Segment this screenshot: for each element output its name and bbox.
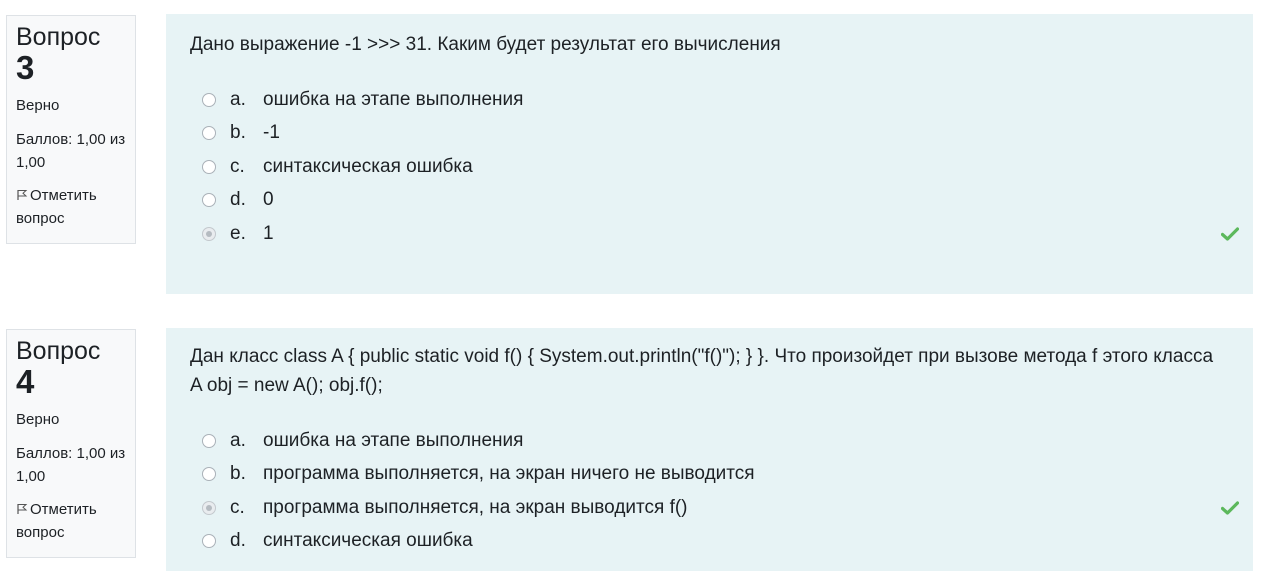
- answer-option[interactable]: b. -1: [190, 117, 1229, 151]
- answer-radio[interactable]: [202, 433, 216, 448]
- answer-letter: d.: [230, 530, 246, 552]
- answer-text: синтаксическая ошибка: [263, 155, 473, 177]
- answer-text: -1: [263, 122, 280, 144]
- answer-text: ошибка на этапе выполнения: [263, 429, 524, 451]
- answer-list: a. ошибка на этапе выполнения b. програм…: [190, 424, 1239, 559]
- question-state: Верно: [16, 411, 60, 428]
- question-info: Вопрос 3 Верно Баллов: 1,00 из 1,00 Отме…: [6, 15, 136, 244]
- question-text: Дано выражение -1 >>> 31. Каким будет ре…: [190, 34, 781, 55]
- flag-question-link[interactable]: Отметить вопрос: [16, 184, 126, 230]
- check-icon: [1221, 227, 1239, 241]
- answer-option[interactable]: b. программа выполняется, на экран ничег…: [190, 458, 1229, 492]
- answer-letter: a.: [230, 429, 246, 451]
- flag-question-label: Отметить вопрос: [16, 501, 97, 541]
- question-number: 3: [16, 49, 35, 86]
- answer-option[interactable]: d. синтаксическая ошибка: [190, 525, 1229, 559]
- answer-option[interactable]: c. синтаксическая ошибка: [190, 150, 1229, 184]
- answer-radio-selected[interactable]: [202, 500, 216, 515]
- answer-text: 1: [263, 222, 274, 244]
- answer-letter: c.: [230, 496, 245, 518]
- answer-radio-selected[interactable]: [202, 226, 216, 241]
- answer-list: a. ошибка на этапе выполнения b. -1 c. с…: [190, 83, 1239, 251]
- check-icon: [1221, 501, 1239, 515]
- question-number: 4: [16, 363, 35, 400]
- answer-letter: b.: [230, 463, 246, 485]
- flag-question-label: Отметить вопрос: [16, 187, 97, 227]
- answer-letter: a.: [230, 88, 246, 110]
- question-content: Дано выражение -1 >>> 31. Каким будет ре…: [166, 14, 1253, 294]
- answer-option[interactable]: e. 1: [190, 217, 1239, 251]
- flag-question-link[interactable]: Отметить вопрос: [16, 498, 126, 544]
- question-text: Дан класс class A { public static void f…: [190, 346, 1214, 396]
- question-state: Верно: [16, 97, 60, 114]
- answer-option[interactable]: a. ошибка на этапе выполнения: [190, 424, 1229, 458]
- answer-radio[interactable]: [202, 126, 216, 141]
- answer-radio[interactable]: [202, 467, 216, 482]
- flag-icon: [17, 190, 28, 200]
- flag-icon: [17, 504, 28, 514]
- question-info: Вопрос 4 Верно Баллов: 1,00 из 1,00 Отме…: [6, 329, 136, 558]
- answer-letter: d.: [230, 189, 246, 211]
- answer-text: ошибка на этапе выполнения: [263, 88, 524, 110]
- answer-option[interactable]: a. ошибка на этапе выполнения: [190, 83, 1229, 117]
- answer-letter: e.: [230, 222, 246, 244]
- answer-radio[interactable]: [202, 159, 216, 174]
- answer-letter: b.: [230, 122, 246, 144]
- question-title: Вопрос: [16, 23, 101, 51]
- question-grade: Баллов: 1,00 из 1,00: [16, 445, 126, 485]
- question-title: Вопрос: [16, 337, 101, 365]
- answer-radio[interactable]: [202, 92, 216, 107]
- question-content: Дан класс class A { public static void f…: [166, 328, 1253, 571]
- answer-option[interactable]: c. программа выполняется, на экран вывод…: [190, 491, 1239, 525]
- question-grade: Баллов: 1,00 из 1,00: [16, 131, 126, 171]
- answer-text: программа выполняется, на экран ничего н…: [263, 463, 755, 485]
- answer-text: синтаксическая ошибка: [263, 530, 473, 552]
- answer-radio[interactable]: [202, 534, 216, 549]
- answer-text: программа выполняется, на экран выводитс…: [263, 496, 688, 518]
- answer-radio[interactable]: [202, 193, 216, 208]
- answer-letter: c.: [230, 155, 245, 177]
- answer-text: 0: [263, 189, 274, 211]
- answer-option[interactable]: d. 0: [190, 184, 1229, 218]
